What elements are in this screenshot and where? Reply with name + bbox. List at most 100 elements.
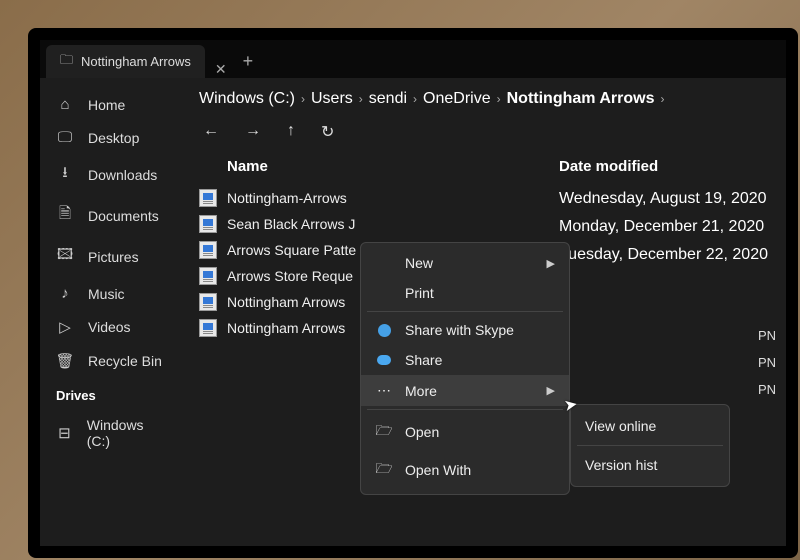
screen: 🗀 Nottingham Arrows ✕ + ⌂ Home 🖵 Desktop… bbox=[40, 40, 786, 546]
menu-separator bbox=[367, 409, 563, 410]
tab-close-button[interactable]: ✕ bbox=[209, 61, 233, 78]
crumb-current[interactable]: Nottingham Arrows bbox=[507, 90, 655, 108]
sidebar-item-home[interactable]: ⌂ Home bbox=[40, 88, 181, 121]
file-name: Arrows Square Patte bbox=[227, 242, 356, 258]
menu-separator bbox=[367, 311, 563, 312]
sidebar-label: Windows (C:) bbox=[87, 417, 165, 449]
context-menu[interactable]: New ▶ Print Share with Skype Share ⋯ Mor… bbox=[360, 242, 570, 495]
tab-active[interactable]: 🗀 Nottingham Arrows bbox=[46, 45, 205, 78]
music-icon: ♪ bbox=[56, 285, 74, 302]
back-button[interactable]: ← bbox=[203, 122, 219, 142]
up-button[interactable]: ↑ bbox=[287, 122, 295, 142]
sidebar-label: Recycle Bin bbox=[88, 353, 162, 369]
monitor-bezel: 🗀 Nottingham Arrows ✕ + ⌂ Home 🖵 Desktop… bbox=[28, 28, 798, 558]
file-icon bbox=[199, 319, 217, 337]
file-name: Nottingham Arrows bbox=[227, 320, 345, 336]
more-icon: ⋯ bbox=[375, 382, 393, 399]
file-icon bbox=[199, 189, 217, 207]
sidebar-item-videos[interactable]: ▷ Videos bbox=[40, 310, 181, 344]
sidebar-item-recycle-bin[interactable]: 🗑 Recycle Bin bbox=[40, 344, 181, 378]
menu-label: Share with Skype bbox=[405, 322, 514, 338]
monitor-icon: 🖵 bbox=[56, 129, 74, 146]
chevron-right-icon: › bbox=[497, 92, 501, 106]
video-icon: ▷ bbox=[56, 318, 74, 336]
file-name: Nottingham-Arrows bbox=[227, 190, 347, 206]
chevron-right-icon: ▶ bbox=[547, 384, 555, 397]
tab-bar: 🗀 Nottingham Arrows ✕ + bbox=[40, 40, 786, 78]
menu-item-share[interactable]: Share bbox=[361, 345, 569, 375]
menu-item-new[interactable]: New ▶ bbox=[361, 248, 569, 278]
sidebar-item-desktop[interactable]: 🖵 Desktop bbox=[40, 121, 181, 154]
trash-icon: 🗑 bbox=[56, 352, 74, 370]
partial-text-right: PN PN PN bbox=[758, 328, 776, 397]
submenu-item-view-online[interactable]: View online bbox=[571, 410, 729, 442]
image-icon: 🖾 bbox=[56, 244, 74, 269]
submenu[interactable]: View online Version hist bbox=[570, 404, 730, 487]
chevron-right-icon: › bbox=[359, 92, 363, 106]
breadcrumb[interactable]: Windows (C:) › Users › sendi › OneDrive › No… bbox=[199, 90, 768, 108]
nav-toolbar: ← → ↑ ↻ bbox=[203, 122, 768, 142]
sidebar-label: Pictures bbox=[88, 249, 139, 265]
menu-item-print[interactable]: Print bbox=[361, 278, 569, 308]
folder-icon: 🗀 bbox=[60, 51, 73, 73]
menu-item-more[interactable]: ⋯ More ▶ bbox=[361, 375, 569, 406]
crumb[interactable]: Windows (C:) bbox=[199, 90, 295, 108]
document-icon: 🗎 bbox=[56, 203, 74, 228]
sidebar-label: Documents bbox=[88, 208, 159, 224]
chevron-right-icon: › bbox=[413, 92, 417, 106]
file-name: Arrows Store Reque bbox=[227, 268, 353, 284]
file-name: Nottingham Arrows bbox=[227, 294, 345, 310]
drive-icon: ⊟ bbox=[56, 424, 73, 442]
tab-title: Nottingham Arrows bbox=[81, 54, 191, 69]
menu-label: View online bbox=[585, 418, 656, 434]
menu-label: Version hist bbox=[585, 457, 657, 473]
column-header-name[interactable]: Name bbox=[199, 152, 479, 185]
file-icon bbox=[199, 241, 217, 259]
cloud-icon bbox=[375, 355, 393, 365]
open-icon: 🗁 bbox=[375, 420, 393, 444]
file-name: Sean Black Arrows J bbox=[227, 216, 355, 232]
sidebar-item-pictures[interactable]: 🖾 Pictures bbox=[40, 236, 181, 277]
submenu-item-version-history[interactable]: Version hist bbox=[571, 449, 729, 481]
file-row[interactable]: Sean Black Arrows J bbox=[199, 211, 479, 237]
sidebar-item-music[interactable]: ♪ Music bbox=[40, 277, 181, 310]
open-icon: 🗁 bbox=[375, 458, 393, 482]
sidebar-label: Home bbox=[88, 97, 125, 113]
sidebar-label: Videos bbox=[88, 319, 131, 335]
home-icon: ⌂ bbox=[56, 96, 74, 113]
menu-item-open[interactable]: 🗁 Open bbox=[361, 413, 569, 451]
crumb[interactable]: OneDrive bbox=[423, 90, 491, 108]
refresh-button[interactable]: ↻ bbox=[321, 122, 334, 142]
file-date: Wednesday, August 19, 2020 bbox=[559, 185, 768, 213]
chevron-right-icon: › bbox=[301, 92, 305, 106]
menu-label: New bbox=[405, 255, 433, 271]
drives-section-label: Drives bbox=[40, 378, 181, 409]
new-tab-button[interactable]: + bbox=[233, 45, 264, 78]
chevron-right-icon: › bbox=[660, 92, 664, 106]
menu-item-share-skype[interactable]: Share with Skype bbox=[361, 315, 569, 345]
column-header-date[interactable]: Date modified bbox=[559, 152, 768, 185]
menu-label: Open With bbox=[405, 462, 471, 478]
file-icon bbox=[199, 267, 217, 285]
sidebar-item-drive-c[interactable]: ⊟ Windows (C:) bbox=[40, 409, 181, 457]
menu-separator bbox=[577, 445, 723, 446]
file-date: Tuesday, December 22, 2020 bbox=[559, 241, 768, 269]
file-date: Monday, December 21, 2020 bbox=[559, 213, 768, 241]
sidebar-label: Downloads bbox=[88, 167, 157, 183]
file-icon bbox=[199, 215, 217, 233]
menu-label: Open bbox=[405, 424, 439, 440]
sidebar-label: Music bbox=[88, 286, 125, 302]
menu-label: Share bbox=[405, 352, 442, 368]
file-icon bbox=[199, 293, 217, 311]
sidebar-item-downloads[interactable]: ⭳ Downloads bbox=[40, 154, 181, 195]
file-row[interactable]: Nottingham-Arrows bbox=[199, 185, 479, 211]
forward-button[interactable]: → bbox=[245, 122, 261, 142]
crumb[interactable]: sendi bbox=[369, 90, 407, 108]
menu-item-open-with[interactable]: 🗁 Open With bbox=[361, 451, 569, 489]
sidebar-item-documents[interactable]: 🗎 Documents bbox=[40, 195, 181, 236]
menu-label: More bbox=[405, 383, 437, 399]
download-icon: ⭳ bbox=[56, 162, 74, 187]
skype-icon bbox=[375, 324, 393, 337]
sidebar-label: Desktop bbox=[88, 130, 139, 146]
crumb[interactable]: Users bbox=[311, 90, 353, 108]
